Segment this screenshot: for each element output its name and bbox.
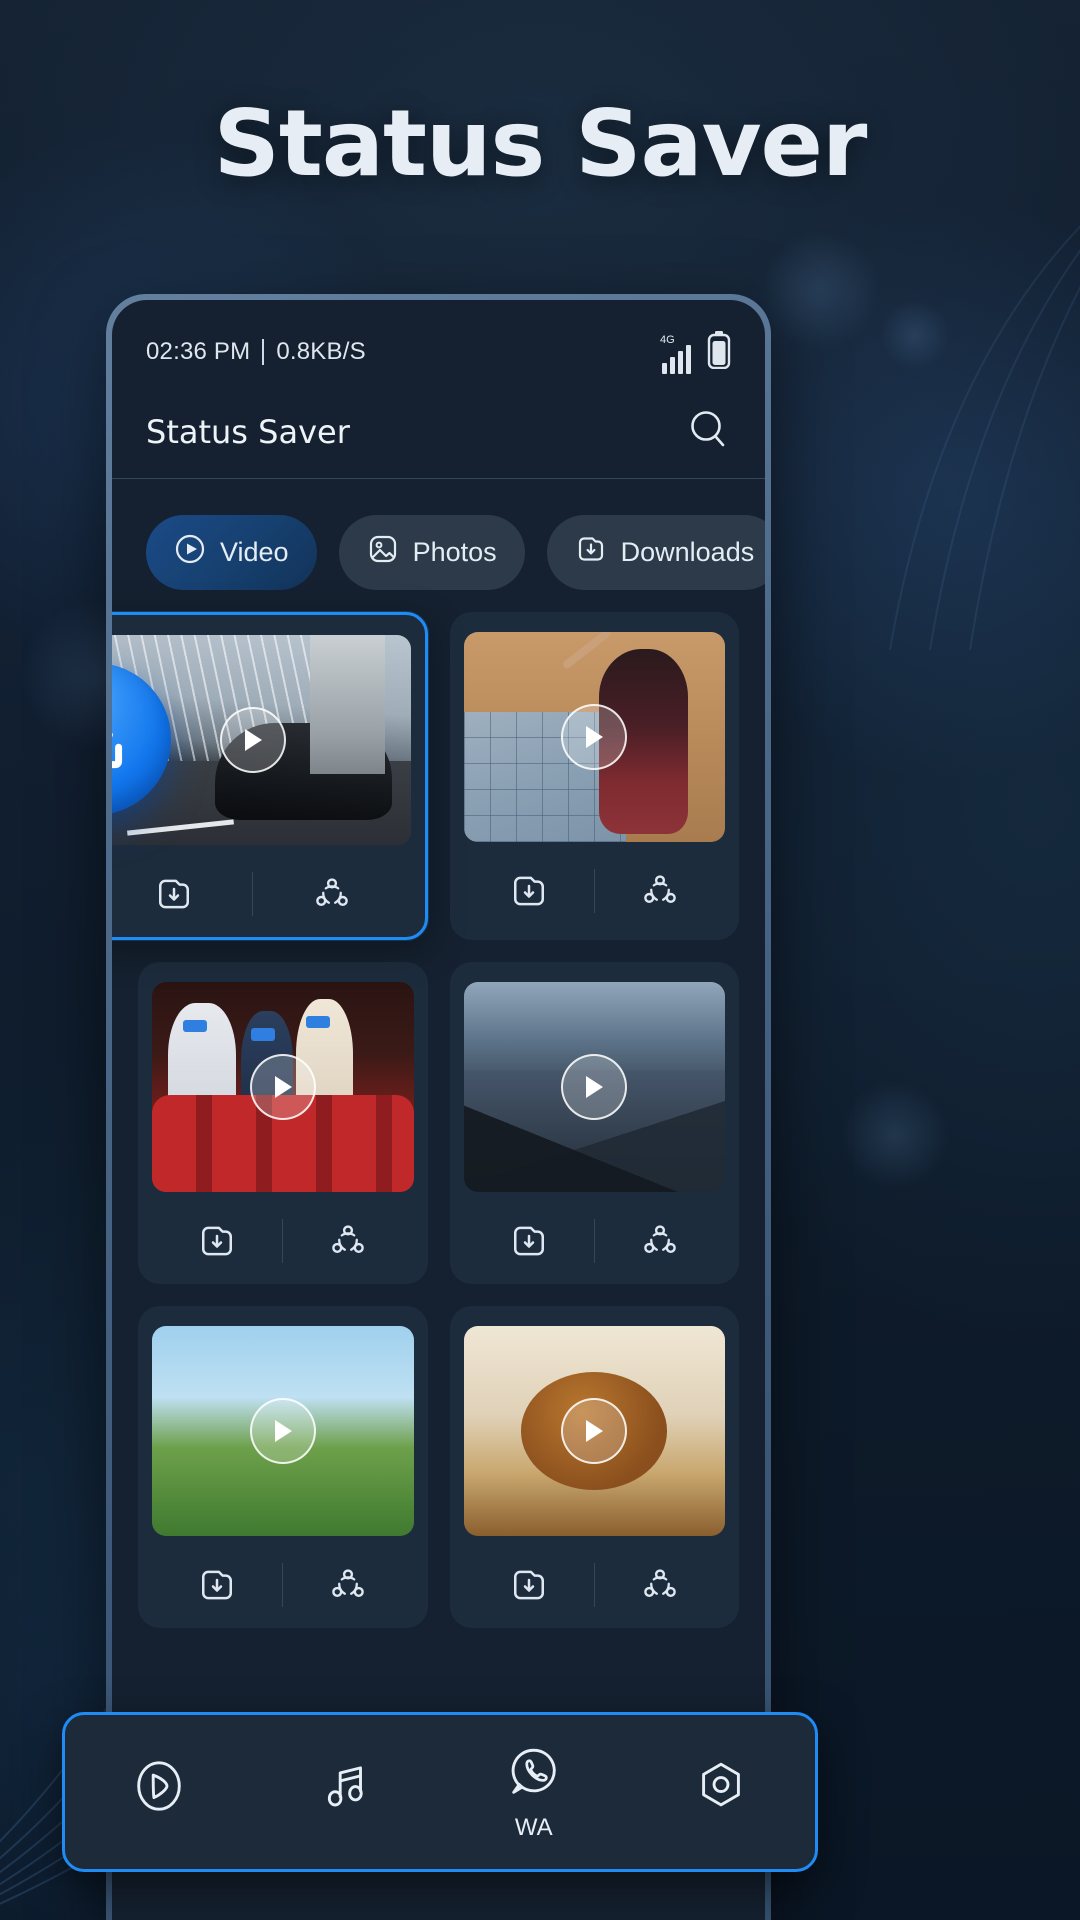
play-icon[interactable] — [249, 1398, 316, 1464]
bokeh-circle — [760, 230, 880, 350]
play-icon[interactable] — [561, 704, 628, 770]
bokeh-circle — [880, 300, 950, 370]
play-circle-icon — [130, 1757, 188, 1820]
card-actions — [464, 1554, 726, 1616]
image-icon — [367, 533, 399, 572]
status-bar: 02:36 PM 0.8KB/S 4G — [112, 300, 765, 386]
video-thumbnail[interactable] — [152, 1326, 414, 1536]
card-actions — [152, 1210, 414, 1272]
search-icon[interactable] — [687, 408, 731, 457]
share-button[interactable] — [595, 1221, 725, 1261]
video-card[interactable] — [138, 962, 428, 1284]
video-card[interactable] — [449, 962, 739, 1284]
page-title: Status Saver — [213, 90, 868, 197]
status-network-speed: 0.8KB/S — [276, 338, 366, 365]
tab-photos-label: Photos — [412, 537, 497, 567]
card-actions — [464, 860, 726, 922]
video-card[interactable] — [449, 612, 739, 940]
music-note-icon — [317, 1757, 375, 1820]
folder-download-icon — [575, 533, 607, 572]
tab-video-label: Video — [220, 537, 289, 567]
save-button[interactable] — [464, 1221, 594, 1261]
app-bar-title: Status Saver — [146, 413, 350, 451]
app-bar: Status Saver — [112, 386, 765, 478]
save-button[interactable] — [152, 1221, 282, 1261]
nav-item-camera[interactable] — [628, 1757, 816, 1828]
status-bar-right: 4G — [660, 330, 731, 374]
status-bar-left: 02:36 PM 0.8KB/S — [146, 338, 366, 366]
phone-mockup: 02:36 PM 0.8KB/S 4G Status Saver Video P… — [106, 294, 771, 1920]
share-button[interactable] — [253, 874, 410, 914]
video-thumbnail[interactable] — [463, 1326, 725, 1536]
tab-downloads[interactable]: Downloads — [546, 515, 765, 590]
video-card[interactable] — [449, 1306, 739, 1628]
tab-photos[interactable]: Photos — [338, 515, 525, 590]
signal-bars-icon: 4G — [660, 334, 691, 374]
share-button[interactable] — [595, 1565, 725, 1605]
play-icon[interactable] — [249, 1054, 316, 1120]
tab-video[interactable]: Video — [146, 515, 317, 590]
save-button[interactable] — [464, 1565, 594, 1605]
phone-screen: 02:36 PM 0.8KB/S 4G Status Saver Video P… — [112, 300, 765, 1920]
video-grid — [112, 590, 765, 1628]
status-time: 02:36 PM — [146, 338, 251, 365]
save-button[interactable] — [112, 874, 252, 914]
status-separator — [262, 339, 265, 365]
nav-item-music[interactable] — [253, 1757, 441, 1828]
bottom-navigation-bar: WA — [62, 1712, 818, 1872]
nav-item-wa[interactable]: WA — [440, 1743, 628, 1842]
nav-item-wa-label: WA — [514, 1813, 553, 1841]
share-button[interactable] — [283, 1221, 413, 1261]
card-actions — [112, 863, 411, 925]
play-icon[interactable] — [561, 1054, 628, 1120]
hexagon-camera-icon — [692, 1757, 750, 1820]
play-circle-icon — [174, 533, 206, 572]
tab-downloads-label: Downloads — [620, 537, 755, 567]
video-thumbnail[interactable] — [152, 982, 414, 1192]
video-thumbnail[interactable] — [463, 982, 725, 1192]
share-button[interactable] — [283, 1565, 413, 1605]
tab-row: Video Photos Downloads — [112, 479, 765, 590]
whatsapp-icon — [505, 1743, 563, 1806]
save-button[interactable] — [464, 871, 594, 911]
video-card-highlighted[interactable] — [112, 612, 428, 940]
save-button[interactable] — [152, 1565, 282, 1605]
share-button[interactable] — [595, 871, 725, 911]
play-icon[interactable] — [219, 707, 286, 773]
card-actions — [464, 1210, 726, 1272]
video-card[interactable] — [138, 1306, 428, 1628]
video-thumbnail[interactable] — [463, 632, 725, 842]
card-actions — [152, 1554, 414, 1616]
bokeh-circle — [840, 1080, 950, 1190]
battery-icon — [707, 330, 731, 374]
signal-network-label: 4G — [660, 333, 675, 346]
nav-item-video[interactable] — [65, 1757, 253, 1828]
play-icon[interactable] — [561, 1398, 628, 1464]
